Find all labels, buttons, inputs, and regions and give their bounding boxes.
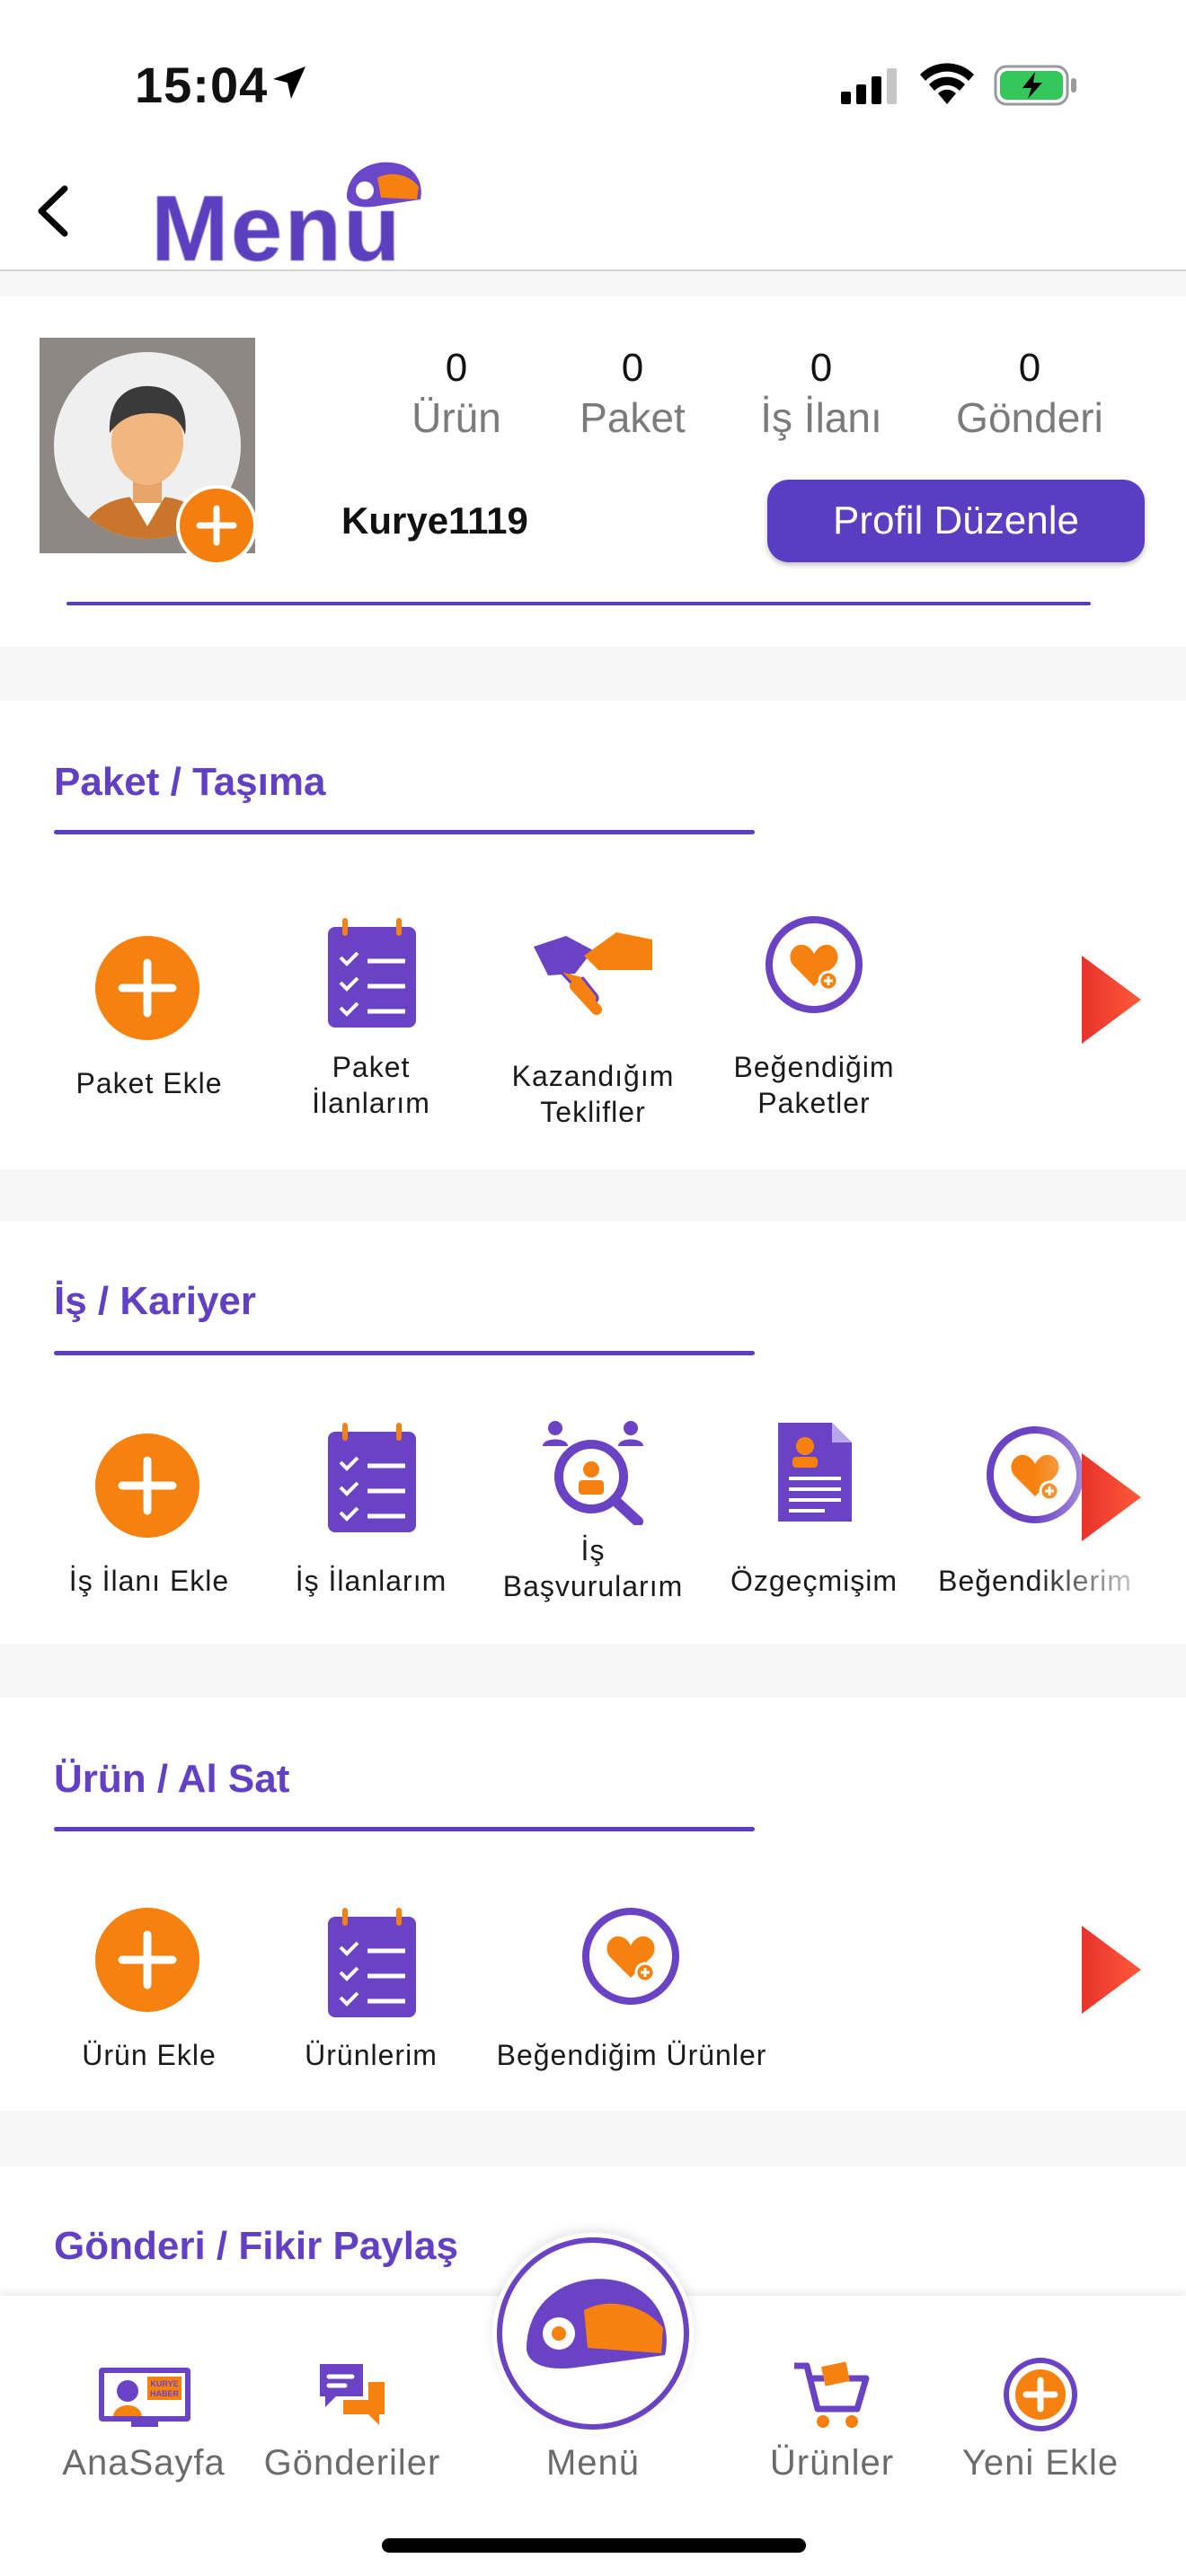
section-title: Paket / Taşıma — [54, 760, 326, 804]
tab-urunler[interactable]: Ürünler — [724, 2353, 940, 2488]
back-chevron-icon[interactable] — [27, 180, 81, 243]
profile-divider — [66, 602, 1091, 605]
item-urun-ekle[interactable]: Ürün Ekle — [41, 1895, 257, 2093]
item-label: Paket Ekle — [75, 1067, 223, 1099]
stat-is-ilani-value: 0 — [810, 346, 833, 390]
item-label-line1: Beğendiğim — [733, 1051, 895, 1083]
section-title: Ürün / Al Sat — [54, 1757, 290, 1801]
item-is-basvurularim[interactable]: İş Başvurularım — [485, 1419, 701, 1617]
item-urunlerim[interactable]: Ürünlerim — [263, 1895, 479, 2093]
tab-label: Yeni Ekle — [961, 2443, 1120, 2483]
tab-label: Gönderiler — [263, 2443, 441, 2483]
status-time: 15:04 — [135, 57, 269, 113]
tab-menu-center-button[interactable] — [492, 2233, 694, 2434]
item-begendigim-paketler[interactable]: Beğendiğim Paketler — [706, 905, 922, 1121]
clipboard-list-icon — [328, 1423, 416, 1532]
section-divider — [54, 1827, 755, 1831]
applicant-search-icon — [543, 1421, 643, 1525]
scroll-right-arrow-icon[interactable] — [1078, 1920, 1150, 2019]
helmet-icon — [497, 2237, 689, 2430]
stat-gonderi-label: Gönderi — [956, 394, 1103, 441]
wifi-icon — [920, 63, 974, 104]
tab-label: Ürünler — [769, 2443, 895, 2483]
plus-icon — [95, 1434, 199, 1538]
plus-icon — [95, 1908, 199, 2012]
item-label: İş İlanlarım — [295, 1565, 447, 1597]
plus-icon — [95, 936, 199, 1040]
item-paket-ilanlarim[interactable]: Paket İlanlarım — [263, 905, 479, 1121]
item-is-ilanlarim[interactable]: İş İlanlarım — [263, 1419, 479, 1617]
item-label: Özgeçmişim — [730, 1565, 898, 1597]
section-title: İş / Kariyer — [54, 1279, 257, 1323]
tab-gonderiler[interactable]: Gönderiler — [244, 2353, 460, 2488]
item-label-line2: Paketler — [757, 1087, 871, 1119]
tab-yeni-ekle[interactable]: Yeni Ekle — [933, 2353, 1148, 2488]
item-kazandigim-teklifler[interactable]: Kazandığım Teklifler — [485, 905, 701, 1128]
item-label-line1: Paket — [332, 1051, 411, 1083]
scroll-right-arrow-icon[interactable] — [1078, 950, 1150, 1049]
location-arrow-icon — [273, 66, 305, 99]
item-label-line1: İş — [580, 1534, 606, 1566]
item-label-line2: İlanlarım — [312, 1087, 430, 1119]
section-title: Gönderi / Fikir Paylaş — [54, 2224, 458, 2268]
item-label: Ürünlerim — [305, 2039, 438, 2071]
item-label: Ürün Ekle — [82, 2039, 217, 2071]
item-label-line2: Başvurularım — [502, 1570, 684, 1602]
avatar-add-button[interactable] — [176, 485, 257, 566]
stat-paket-label: Paket — [580, 394, 686, 441]
cart-icon — [794, 2361, 870, 2428]
edit-profile-button[interactable]: Profil Düzenle — [767, 480, 1145, 562]
clipboard-list-icon — [328, 1908, 416, 2017]
item-paket-ekle[interactable]: Paket Ekle — [41, 905, 257, 1121]
handshake-icon — [534, 932, 652, 1015]
cellular-signal-icon — [841, 68, 897, 104]
item-label-line1: Kazandığım — [511, 1060, 675, 1092]
item-begendigim-urunler[interactable]: Beğendiğim Ürünler — [485, 1895, 778, 2093]
add-circle-icon — [1004, 2358, 1077, 2431]
section-divider — [54, 1351, 755, 1355]
item-label: Beğendiğim Ürünler — [496, 2039, 767, 2071]
heart-plus-icon — [582, 1908, 679, 2005]
username: Kurye1119 — [341, 499, 528, 542]
tab-anasayfa[interactable]: KURYE HABER AnaSayfa — [36, 2353, 252, 2488]
chat-bubbles-icon — [320, 2364, 385, 2425]
stat-gonderi-value: 0 — [1018, 346, 1041, 390]
item-label-line2: Teklifler — [540, 1096, 646, 1128]
svg-text:KURYE: KURYE — [150, 2379, 178, 2388]
plus-icon — [196, 505, 237, 546]
svg-text:HABER: HABER — [150, 2389, 180, 2398]
resume-icon — [778, 1423, 852, 1522]
news-screen-icon: KURYE HABER — [99, 2368, 190, 2427]
tab-label: AnaSayfa — [62, 2443, 226, 2483]
helmet-logo-icon — [347, 162, 421, 207]
battery-charging-icon — [994, 65, 1076, 106]
heart-plus-icon — [766, 916, 863, 1013]
item-is-ilani-ekle[interactable]: İş İlanı Ekle — [41, 1419, 257, 1617]
item-ozgecmisim[interactable]: Özgeçmişim — [706, 1419, 922, 1617]
stat-is-ilani-label: İş İlanı — [760, 394, 882, 441]
stat-paket-value: 0 — [621, 346, 644, 390]
item-label: İş İlanı Ekle — [68, 1565, 230, 1597]
stat-urun-value: 0 — [445, 346, 468, 390]
scroll-right-arrow-icon[interactable] — [1078, 1448, 1150, 1547]
clipboard-list-icon — [328, 918, 416, 1028]
tab-label-menu: Menü — [545, 2443, 641, 2483]
section-divider — [54, 830, 755, 834]
home-indicator — [382, 2538, 806, 2553]
